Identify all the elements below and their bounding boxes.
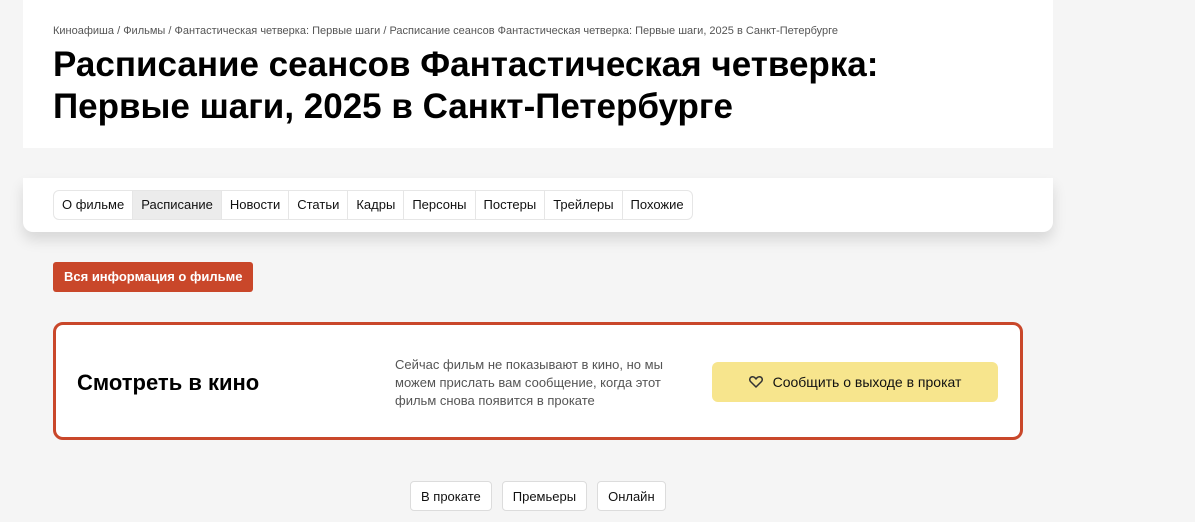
tab-persons[interactable]: Персоны xyxy=(404,191,476,219)
page-title: Расписание сеансов Фантастическая четвер… xyxy=(53,45,879,126)
notify-release-label: Сообщить о выходе в прокат xyxy=(772,374,962,390)
filter-premieres-button[interactable]: Премьеры xyxy=(501,481,588,511)
page: Киноафиша / Фильмы / Фантастическая четв… xyxy=(0,0,1195,522)
all-movie-info-button[interactable]: Вся информация о фильме xyxy=(53,262,254,292)
watch-in-cinema-title: Смотреть в кино xyxy=(77,370,260,395)
breadcrumb: Киноафиша / Фильмы / Фантастическая четв… xyxy=(53,25,838,37)
breadcrumb-item-current: Расписание сеансов Фантастическая четвер… xyxy=(389,25,839,37)
tab-posters[interactable]: Постеры xyxy=(476,191,546,219)
breadcrumb-item-kinoafisha[interactable]: Киноафиша xyxy=(53,25,114,37)
tab-schedule[interactable]: Расписание xyxy=(133,191,222,219)
breadcrumb-item-films[interactable]: Фильмы xyxy=(123,25,165,37)
tab-similar[interactable]: Похожие xyxy=(623,191,692,219)
breadcrumb-separator: / xyxy=(117,25,121,37)
breadcrumb-separator: / xyxy=(383,25,387,37)
tab-news[interactable]: Новости xyxy=(222,191,290,219)
heart-icon xyxy=(748,376,763,388)
breadcrumb-item-movie[interactable]: Фантастическая четверка: Первые шаги xyxy=(175,25,381,37)
tab-trailers[interactable]: Трейлеры xyxy=(545,191,623,219)
watch-in-cinema-box: Смотреть в кино Сейчас фильм не показыва… xyxy=(53,322,1023,440)
tab-articles[interactable]: Статьи xyxy=(289,191,349,219)
watch-in-cinema-text: Сейчас фильм не показывают в кино, но мы… xyxy=(395,357,663,408)
tabs-card: О фильме Расписание Новости Статьи Кадры… xyxy=(23,178,1053,232)
movie-tabs: О фильме Расписание Новости Статьи Кадры… xyxy=(53,190,693,220)
filter-in-theaters-button[interactable]: В прокате xyxy=(410,481,492,511)
schedule-filters: В прокате Премьеры Онлайн xyxy=(410,481,666,511)
breadcrumb-separator: / xyxy=(168,25,172,37)
notify-release-button[interactable]: Сообщить о выходе в прокат xyxy=(712,362,998,402)
tab-about[interactable]: О фильме xyxy=(54,191,134,219)
tab-frames[interactable]: Кадры xyxy=(348,191,405,219)
filter-online-button[interactable]: Онлайн xyxy=(597,481,666,511)
